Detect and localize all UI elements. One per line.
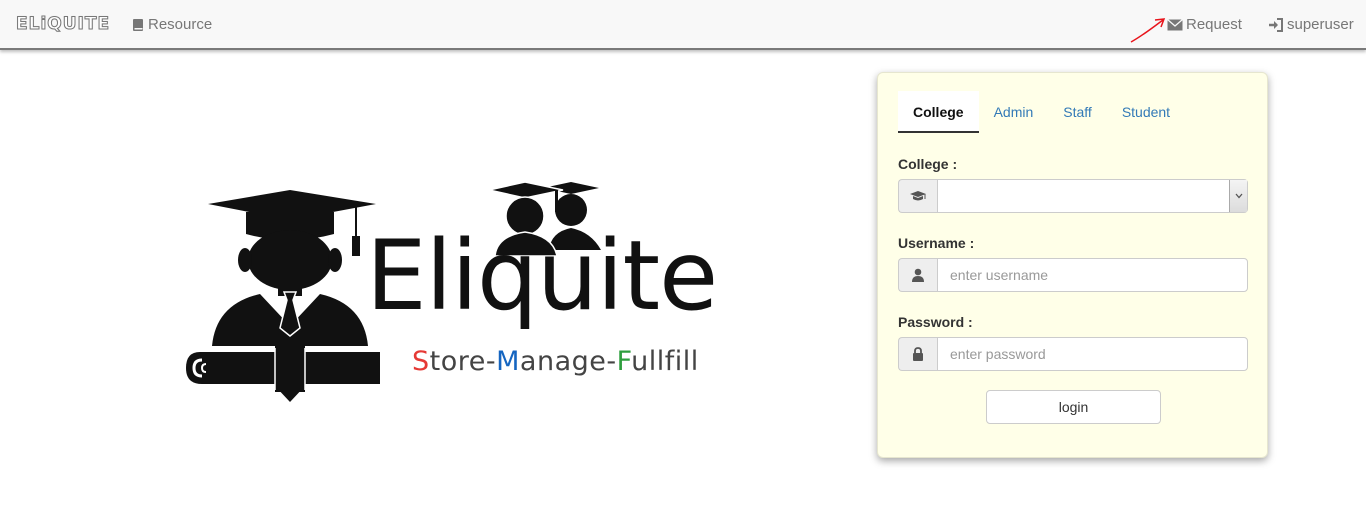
tagline-m: M <box>496 346 520 377</box>
envelope-icon <box>1167 18 1183 30</box>
graduate-icon <box>186 190 380 402</box>
nav-request-label: Request <box>1186 16 1242 33</box>
login-panel: College Admin Staff Student College : Us… <box>877 72 1268 458</box>
password-field <box>898 337 1248 371</box>
password-input[interactable] <box>937 337 1248 371</box>
nav-user-link[interactable]: superuser <box>1268 16 1354 33</box>
tab-staff[interactable]: Staff <box>1048 91 1107 133</box>
lock-icon <box>913 347 923 361</box>
college-field <box>898 179 1248 213</box>
nav-request-link[interactable]: Request <box>1167 16 1242 33</box>
username-input[interactable] <box>937 258 1248 292</box>
top-navbar: ELiQUITE Resource Request superuser <box>0 0 1366 50</box>
login-tabs: College Admin Staff Student <box>898 91 1185 134</box>
username-label: Username : <box>898 235 975 251</box>
college-addon <box>898 179 937 213</box>
tagline-ullfill: ullfill <box>631 346 699 377</box>
login-button[interactable]: login <box>986 390 1161 424</box>
tagline-s: S <box>412 346 430 377</box>
tab-college[interactable]: College <box>898 91 979 133</box>
tagline-anage: anage- <box>519 346 617 377</box>
tab-admin[interactable]: Admin <box>979 91 1049 133</box>
user-icon <box>912 268 924 282</box>
eliquite-logo: Eliquite Store-Manage-Fullfill <box>180 176 720 406</box>
annotation-arrow-icon <box>1130 18 1166 43</box>
username-field <box>898 258 1248 292</box>
logo-title: Eliquite <box>366 220 718 332</box>
nav-user-label: superuser <box>1287 16 1354 33</box>
college-select[interactable] <box>937 179 1248 213</box>
password-label: Password : <box>898 314 973 330</box>
logo-tagline: Store-Manage-Fullfill <box>412 346 699 377</box>
sign-in-icon <box>1269 17 1283 32</box>
password-addon <box>898 337 937 371</box>
tagline-tore: tore- <box>429 346 497 377</box>
nav-resource-label: Resource <box>148 16 213 33</box>
tagline-f: F <box>616 346 632 377</box>
username-addon <box>898 258 937 292</box>
chevron-down-icon[interactable] <box>1229 180 1247 212</box>
tab-student[interactable]: Student <box>1107 91 1185 133</box>
graduation-cap-icon <box>910 191 926 201</box>
college-label: College : <box>898 156 958 172</box>
book-icon <box>133 18 143 31</box>
nav-resource-link[interactable]: Resource <box>131 16 212 33</box>
brand-logo[interactable]: ELiQUITE <box>15 14 110 35</box>
